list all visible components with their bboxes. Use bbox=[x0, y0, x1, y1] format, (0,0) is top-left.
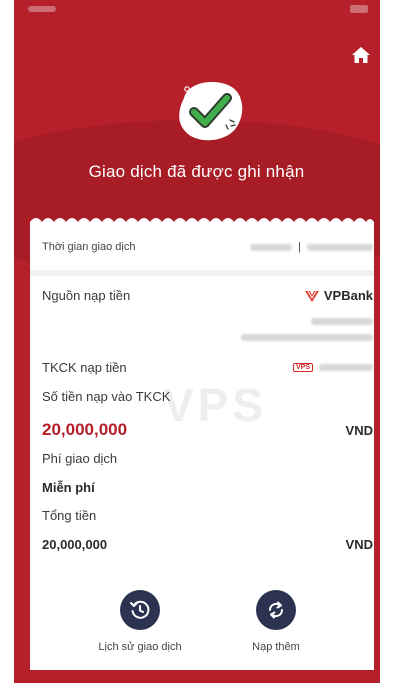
source-label: Nguồn nạp tiền bbox=[42, 288, 131, 303]
topup-icon-circle bbox=[256, 590, 296, 630]
history-icon-circle bbox=[120, 590, 160, 630]
bank-name: VPBank bbox=[323, 288, 373, 303]
success-check-icon bbox=[179, 82, 243, 141]
fee-value-row: Miễn phí bbox=[42, 480, 373, 495]
source-owner-value bbox=[241, 334, 373, 341]
source-account-row bbox=[42, 318, 373, 325]
topup-button[interactable]: Nạp thêm bbox=[221, 590, 331, 653]
status-bar bbox=[14, 0, 380, 18]
topup-label: Nạp thêm bbox=[252, 641, 300, 653]
account-label: TKCK nạp tiền bbox=[42, 360, 127, 375]
home-button[interactable] bbox=[348, 42, 374, 68]
vps-logo: VPS bbox=[293, 363, 313, 372]
source-account-value bbox=[311, 318, 373, 325]
time-separator: | bbox=[298, 241, 301, 253]
total-currency: VND bbox=[345, 537, 373, 552]
account-row: TKCK nạp tiền VPS bbox=[42, 360, 373, 375]
history-icon bbox=[130, 600, 150, 619]
deposit-amount-row: 20,000,000 VND bbox=[42, 420, 373, 440]
deposit-currency: VND bbox=[345, 422, 373, 438]
signal-icon bbox=[28, 6, 56, 12]
total-amount-row: 20,000,000 VND bbox=[42, 537, 373, 552]
bank-logo: VPBank bbox=[304, 288, 373, 303]
page-title: Giao dịch đã được ghi nhận bbox=[88, 162, 305, 181]
deposit-label-row: Số tiền nạp vào TKCK bbox=[42, 389, 373, 404]
home-icon bbox=[352, 47, 370, 63]
deposit-label: Số tiền nạp vào TKCK bbox=[42, 389, 171, 404]
source-owner-row bbox=[42, 334, 373, 341]
history-label: Lịch sử giao dịch bbox=[98, 641, 182, 653]
fee-value: Miễn phí bbox=[42, 480, 95, 495]
fee-label-row: Phí giao dịch bbox=[42, 451, 373, 466]
transaction-time-row: Thời gian giao dịch | bbox=[42, 241, 373, 253]
total-label: Tổng tiền bbox=[42, 508, 97, 523]
refresh-icon bbox=[268, 601, 284, 619]
total-amount: 20,000,000 bbox=[42, 537, 108, 552]
fee-label: Phí giao dịch bbox=[42, 451, 118, 466]
section-divider bbox=[30, 270, 374, 276]
history-button[interactable]: Lịch sử giao dịch bbox=[85, 590, 195, 653]
transaction-time-label: Thời gian giao dịch bbox=[42, 241, 136, 253]
account-value bbox=[319, 364, 373, 371]
transaction-time-value bbox=[250, 243, 293, 251]
source-row: Nguồn nạp tiền VPBank bbox=[42, 288, 373, 303]
total-label-row: Tổng tiền bbox=[42, 508, 373, 523]
deposit-amount: 20,000,000 bbox=[42, 420, 128, 439]
battery-icon bbox=[350, 5, 368, 13]
vpbank-icon bbox=[304, 290, 319, 302]
transaction-id-value bbox=[307, 243, 373, 251]
